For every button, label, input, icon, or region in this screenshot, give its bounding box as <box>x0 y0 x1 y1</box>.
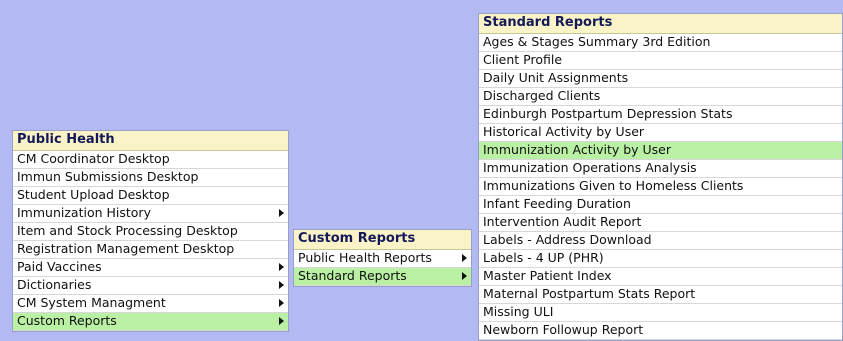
menu-item-intervention-audit-report[interactable]: Intervention Audit Report <box>479 214 842 232</box>
menu-item-student-upload-desktop[interactable]: Student Upload Desktop <box>13 187 288 205</box>
menu-item-label: Paid Vaccines <box>17 259 102 274</box>
menu-item-label: Immunization Activity by User <box>483 142 672 157</box>
menu-item-label: Daily Unit Assignments <box>483 70 629 85</box>
menu-item-label: Item and Stock Processing Desktop <box>17 223 238 238</box>
custom-reports-menu-title: Custom Reports <box>294 230 471 250</box>
menu-item-label: Student Upload Desktop <box>17 187 170 202</box>
menu-item-label: Labels - Address Download <box>483 232 652 247</box>
public-health-menu-title: Public Health <box>13 131 288 151</box>
menu-item-label: Immunizations Given to Homeless Clients <box>483 178 744 193</box>
menu-item-label: CM Coordinator Desktop <box>17 151 170 166</box>
menu-item-label: Discharged Clients <box>483 88 601 103</box>
submenu-arrow-icon <box>279 299 284 307</box>
menu-item-item-and-stock-processing-desktop[interactable]: Item and Stock Processing Desktop <box>13 223 288 241</box>
menu-item-label: CM System Managment <box>17 295 166 310</box>
menu-item-client-profile[interactable]: Client Profile <box>479 52 842 70</box>
menu-item-label: Dictionaries <box>17 277 92 292</box>
menu-item-label: Client Profile <box>483 52 563 67</box>
submenu-arrow-icon <box>279 317 284 325</box>
menu-item-immunization-activity-by-user[interactable]: Immunization Activity by User <box>479 142 842 160</box>
menu-item-label: Master Patient Index <box>483 268 612 283</box>
menu-item-infant-feeding-duration[interactable]: Infant Feeding Duration <box>479 196 842 214</box>
menu-item-missing-uli[interactable]: Missing ULI <box>479 304 842 322</box>
menu-item-label: Maternal Postpartum Stats Report <box>483 286 696 301</box>
submenu-arrow-icon <box>279 209 284 217</box>
menu-item-discharged-clients[interactable]: Discharged Clients <box>479 88 842 106</box>
menu-item-immun-submissions-desktop[interactable]: Immun Submissions Desktop <box>13 169 288 187</box>
submenu-arrow-icon <box>462 272 467 280</box>
menu-item-cm-system-managment[interactable]: CM System Managment <box>13 295 288 313</box>
menu-item-label: Missing ULI <box>483 304 554 319</box>
menu-item-dictionaries[interactable]: Dictionaries <box>13 277 288 295</box>
menu-item-label: Custom Reports <box>17 313 117 328</box>
menu-item-label: Immunization Operations Analysis <box>483 160 697 175</box>
menu-item-master-patient-index[interactable]: Master Patient Index <box>479 268 842 286</box>
menu-item-historical-activity-by-user[interactable]: Historical Activity by User <box>479 124 842 142</box>
menu-item-daily-unit-assignments[interactable]: Daily Unit Assignments <box>479 70 842 88</box>
menu-item-label: Edinburgh Postpartum Depression Stats <box>483 106 733 121</box>
menu-item-paid-vaccines[interactable]: Paid Vaccines <box>13 259 288 277</box>
menu-item-immunizations-given-to-homeless-clients[interactable]: Immunizations Given to Homeless Clients <box>479 178 842 196</box>
menu-item-cm-coordinator-desktop[interactable]: CM Coordinator Desktop <box>13 151 288 169</box>
submenu-arrow-icon <box>279 263 284 271</box>
menu-item-labels-address-download[interactable]: Labels - Address Download <box>479 232 842 250</box>
menu-item-label: Ages & Stages Summary 3rd Edition <box>483 34 711 49</box>
menu-item-label: Intervention Audit Report <box>483 214 642 229</box>
menu-item-newborn-followup-report[interactable]: Newborn Followup Report <box>479 322 842 340</box>
standard-reports-menu: Standard Reports Ages & Stages Summary 3… <box>478 13 843 341</box>
submenu-arrow-icon <box>462 254 467 262</box>
menu-item-registration-management-desktop[interactable]: Registration Management Desktop <box>13 241 288 259</box>
menu-item-label: Infant Feeding Duration <box>483 196 631 211</box>
menu-item-immunization-history[interactable]: Immunization History <box>13 205 288 223</box>
menu-item-label: Newborn Followup Report <box>483 322 644 337</box>
menu-item-labels-4-up-phr[interactable]: Labels - 4 UP (PHR) <box>479 250 842 268</box>
menu-item-maternal-postpartum-stats-report[interactable]: Maternal Postpartum Stats Report <box>479 286 842 304</box>
menu-item-custom-reports[interactable]: Custom Reports <box>13 313 288 331</box>
public-health-menu: Public Health CM Coordinator Desktop Immu… <box>12 130 289 332</box>
submenu-arrow-icon <box>279 281 284 289</box>
menu-item-immunization-operations-analysis[interactable]: Immunization Operations Analysis <box>479 160 842 178</box>
menu-item-ages-stages-summary-3rd-edition[interactable]: Ages & Stages Summary 3rd Edition <box>479 34 842 52</box>
menu-item-public-health-reports[interactable]: Public Health Reports <box>294 250 471 268</box>
menu-item-standard-reports[interactable]: Standard Reports <box>294 268 471 286</box>
menu-item-label: Registration Management Desktop <box>17 241 235 256</box>
standard-reports-menu-title: Standard Reports <box>479 14 842 34</box>
menu-item-edinburgh-postpartum-depression-stats[interactable]: Edinburgh Postpartum Depression Stats <box>479 106 842 124</box>
menu-item-label: Immunization History <box>17 205 151 220</box>
menu-item-label: Standard Reports <box>298 268 407 283</box>
custom-reports-menu: Custom Reports Public Health Reports Stan… <box>293 229 472 287</box>
menu-item-label: Historical Activity by User <box>483 124 645 139</box>
menu-item-label: Public Health Reports <box>298 250 432 265</box>
menu-item-label: Immun Submissions Desktop <box>17 169 199 184</box>
menu-item-label: Labels - 4 UP (PHR) <box>483 250 604 265</box>
